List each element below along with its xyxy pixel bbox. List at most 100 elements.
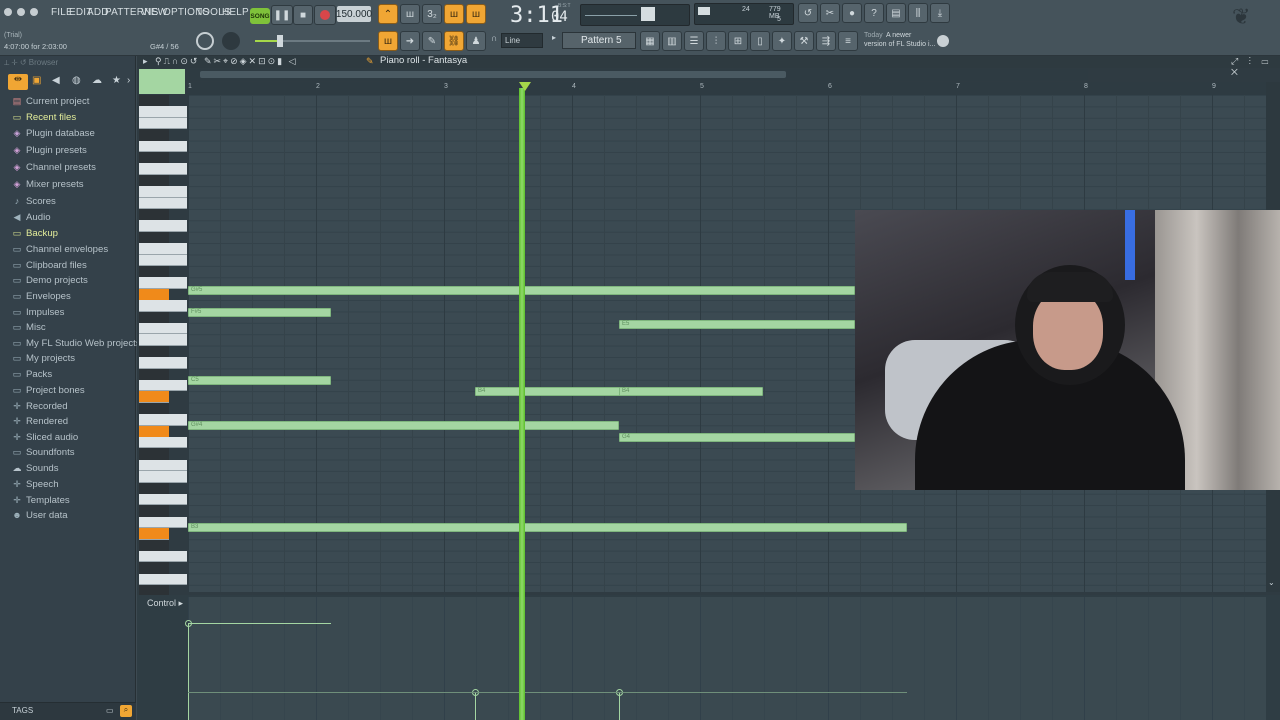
folder-icon[interactable]: ▭	[106, 706, 114, 715]
wait-input-button[interactable]: ш	[400, 4, 420, 24]
piano-key[interactable]	[139, 573, 187, 586]
browser-item[interactable]: ▭ Soundfonts	[12, 445, 75, 460]
pianoroll-menu-icon[interactable]: ▸	[143, 56, 148, 67]
pianoroll-tools[interactable]: ⚲⎍∩⊙↺ ✎✂⌖⊘◈✕⊡⊙▮ ◁	[155, 56, 298, 67]
note[interactable]: G4	[619, 433, 855, 442]
browser-item[interactable]: ▭ Demo projects	[12, 273, 88, 288]
snap-select[interactable]: Line	[501, 33, 543, 48]
note[interactable]: E5	[619, 320, 855, 329]
pattern-prev-icon[interactable]: ▸	[552, 33, 560, 48]
playhead[interactable]	[519, 88, 525, 720]
master-volume-knob[interactable]	[196, 32, 214, 50]
piano-key[interactable]	[139, 334, 187, 346]
note[interactable]: G#4	[188, 421, 619, 430]
piano-key[interactable]	[139, 391, 169, 403]
pause-button[interactable]: ❚❚	[271, 5, 293, 25]
piano-key[interactable]	[139, 277, 187, 289]
browser-files-icon[interactable]: ▣	[32, 75, 41, 86]
window-dot-icon[interactable]	[17, 8, 25, 16]
piano-key[interactable]	[139, 516, 187, 529]
piano-key[interactable]	[139, 152, 169, 164]
stop-button[interactable]: ■	[293, 5, 313, 25]
touch-keyboard-button[interactable]: ✦	[772, 31, 792, 51]
browser-all-icon[interactable]: ⇹	[8, 74, 28, 90]
mixer-view-button[interactable]: ⫶	[706, 31, 726, 51]
piano-key[interactable]	[139, 95, 169, 107]
browser-item[interactable]: ▭ Impulses	[12, 305, 65, 320]
menu-help[interactable]: HELP	[222, 7, 249, 18]
piano-key[interactable]	[139, 471, 187, 483]
velocity-stem[interactable]	[185, 620, 192, 720]
browser-item[interactable]: ◈ Plugin presets	[12, 143, 87, 158]
piano-key[interactable]	[139, 414, 187, 426]
note[interactable]: B4	[475, 387, 620, 396]
browser-item[interactable]: ◀ Audio	[12, 210, 51, 225]
note[interactable]: B3	[188, 523, 907, 532]
download-button[interactable]: ⤓	[930, 3, 950, 23]
cut-button[interactable]: ✂	[820, 3, 840, 23]
piano-key[interactable]	[139, 254, 187, 266]
song-mode-button[interactable]: SONG	[250, 8, 270, 24]
browser-item[interactable]: ♪ Scores	[12, 194, 56, 209]
piano-key[interactable]	[139, 174, 169, 187]
timeline-ruler[interactable]: 1 2 3 4 5 6 7 8 9	[188, 82, 1266, 95]
browser-item[interactable]: ✛ Speech	[12, 477, 58, 492]
note[interactable]: C5	[188, 376, 331, 385]
browser-item[interactable]: ▭ Packs	[12, 367, 52, 382]
mic-button[interactable]: ●	[842, 3, 862, 23]
draw-button[interactable]: ✎	[422, 31, 442, 51]
piano-key[interactable]	[139, 448, 169, 460]
piano-key[interactable]	[139, 300, 187, 312]
piano-key[interactable]	[139, 323, 187, 335]
help-button[interactable]: ?	[864, 3, 884, 23]
tags-label[interactable]: TAGS	[12, 706, 33, 715]
browser-star-icon[interactable]: ★	[112, 75, 121, 86]
scrollbar-horizontal[interactable]	[188, 69, 1088, 81]
scroll-down-icon[interactable]: ⌄	[1268, 578, 1275, 587]
piano-key[interactable]	[139, 209, 169, 221]
pencil-tool-icon[interactable]: ✎	[366, 56, 377, 67]
browser-item[interactable]: ✛ Sliced audio	[12, 430, 78, 445]
window-dot-icon[interactable]	[4, 8, 12, 16]
browser-item[interactable]: ◈ Mixer presets	[12, 177, 84, 192]
velocity-stem[interactable]	[472, 689, 479, 720]
piano-key[interactable]	[139, 425, 169, 437]
playhead-marker-icon[interactable]	[519, 82, 531, 91]
piano-button[interactable]: ⚒	[794, 31, 814, 51]
loop-record-button[interactable]: ш	[466, 4, 486, 24]
link-button[interactable]: ⛓	[444, 31, 464, 51]
piano-key[interactable]	[139, 311, 169, 323]
piano-key[interactable]	[139, 140, 187, 152]
note[interactable]: F#5	[188, 308, 331, 317]
browser-item[interactable]: ◈ Channel presets	[12, 160, 96, 175]
browser-item[interactable]: ▭ Backup	[12, 226, 58, 241]
piano-key[interactable]	[139, 220, 187, 232]
render-button[interactable]: ⇶	[816, 31, 836, 51]
typing-keyboard-button[interactable]: ш	[378, 31, 398, 51]
browser-item[interactable]: ▭ Project bones	[12, 383, 85, 398]
countdown-button[interactable]: 3₂	[422, 4, 442, 24]
piano-key[interactable]	[139, 528, 169, 540]
browser-item[interactable]: ▭ Clipboard files	[12, 258, 87, 273]
piano-key[interactable]	[139, 459, 187, 472]
browser-item[interactable]: ▭ Channel envelopes	[12, 242, 108, 257]
velocity-stem[interactable]	[616, 689, 623, 720]
browser-item[interactable]: ☻ User data	[12, 508, 67, 523]
pianoroll-button[interactable]: ☰	[684, 31, 704, 51]
news-line-1[interactable]: A newer	[886, 32, 911, 39]
piano-key[interactable]	[139, 117, 187, 130]
piano-key[interactable]	[139, 505, 169, 517]
arrow-button[interactable]: ➜	[400, 31, 420, 51]
piano-key[interactable]	[139, 231, 169, 244]
piano-key[interactable]	[139, 345, 169, 358]
metronome-button[interactable]: ⌃	[378, 4, 398, 24]
piano-key[interactable]	[139, 357, 187, 369]
piano-key[interactable]	[139, 494, 187, 506]
channel-rack-button[interactable]: ▥	[662, 31, 682, 51]
undo-button[interactable]: ↺	[798, 3, 818, 23]
master-slider[interactable]	[255, 35, 370, 47]
browser-item[interactable]: ▭ My projects	[12, 351, 75, 366]
step-edit-button[interactable]: ш	[444, 4, 464, 24]
browser-item[interactable]: ☁ Sounds	[12, 461, 59, 476]
piano-key[interactable]	[139, 437, 187, 449]
